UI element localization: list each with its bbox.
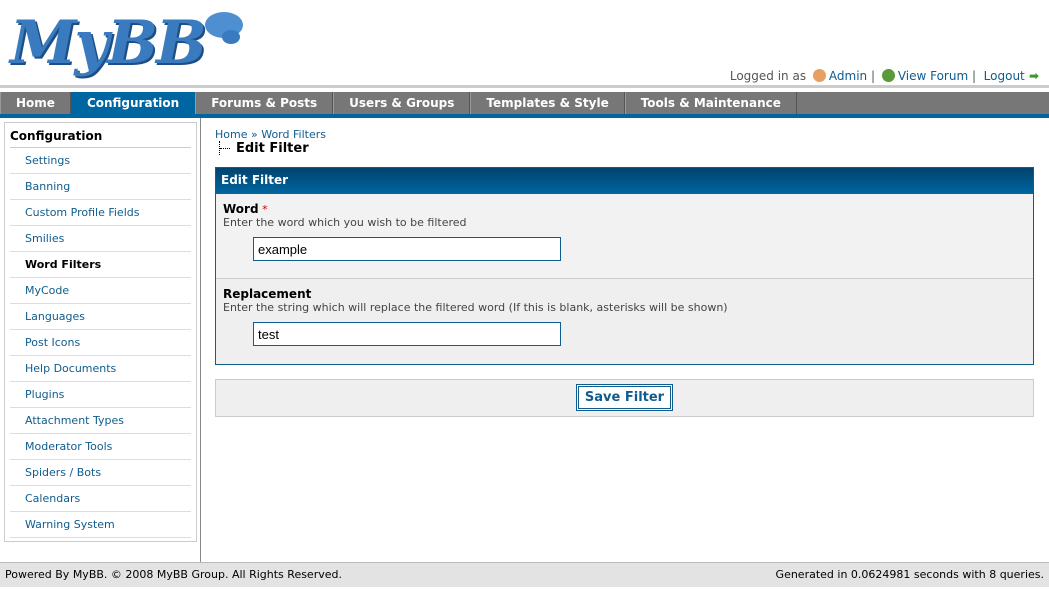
generation-stats: Generated in 0.0624981 seconds with 8 qu… [775,568,1044,581]
breadcrumb-home[interactable]: Home [215,128,247,141]
tab-forums-posts[interactable]: Forums & Posts [195,92,334,114]
logo-bubble-small-icon [222,30,240,44]
sidebar-item-moderator-tools[interactable]: Moderator Tools [10,434,191,460]
sidebar-item-spiders-bots[interactable]: Spiders / Bots [10,460,191,486]
sidebar-item-word-filters[interactable]: Word Filters [10,252,191,278]
main-nav: Home Configuration Forums & Posts Users … [0,92,1049,118]
logout-link[interactable]: Logout [984,69,1025,83]
sidebar-item-smilies[interactable]: Smilies [10,226,191,252]
edit-filter-form: Edit Filter Word * Enter the word which … [215,167,1034,365]
sidebar-menu: Configuration Settings Banning Custom Pr… [4,122,197,542]
user-bar: Logged in as Admin | View Forum | Logout… [729,69,1039,83]
page-title: Edit Filter [219,141,1034,156]
required-marker: * [262,203,268,216]
breadcrumb-word-filters[interactable]: Word Filters [261,128,326,141]
form-buttons: Save Filter [215,379,1034,417]
admin-link[interactable]: Admin [829,69,867,83]
view-forum-link[interactable]: View Forum [898,69,968,83]
tab-templates-style[interactable]: Templates & Style [470,92,625,114]
arrow-right-icon: ➡ [1024,69,1039,83]
user-icon [812,69,826,82]
header: MyBB Logged in as Admin | View Forum | L… [0,0,1049,88]
tab-home[interactable]: Home [0,92,71,114]
main-content: Home » Word Filters Edit Filter Edit Fil… [215,128,1034,417]
sidebar-item-banning[interactable]: Banning [10,174,191,200]
breadcrumb-separator: » [250,128,258,141]
sidebar-item-languages[interactable]: Languages [10,304,191,330]
replacement-row: Replacement Enter the string which will … [216,279,1033,364]
sidebar-item-attachment-types[interactable]: Attachment Types [10,408,191,434]
logged-in-label: Logged in as [729,69,807,83]
sidebar: Configuration Settings Banning Custom Pr… [0,118,201,562]
sidebar-item-plugins[interactable]: Plugins [10,382,191,408]
sidebar-item-custom-profile-fields[interactable]: Custom Profile Fields [10,200,191,226]
replacement-description: Enter the string which will replace the … [223,301,728,314]
word-label: Word [223,202,259,216]
sidebar-item-post-icons[interactable]: Post Icons [10,330,191,356]
footer: Powered By MyBB. © 2008 MyBB Group. All … [0,562,1049,587]
globe-icon [881,69,895,82]
word-input[interactable] [253,237,561,261]
sidebar-title: Configuration [10,127,191,148]
replacement-label: Replacement [223,287,312,301]
sidebar-item-calendars[interactable]: Calendars [10,486,191,512]
sidebar-item-mycode[interactable]: MyCode [10,278,191,304]
breadcrumb: Home » Word Filters [215,128,1034,141]
sidebar-item-warning-system[interactable]: Warning System [10,512,191,538]
word-row: Word * Enter the word which you wish to … [216,194,1033,279]
mybb-logo[interactable]: MyBB [10,8,207,78]
copyright: Powered By MyBB. © 2008 MyBB Group. All … [5,568,342,581]
tab-configuration[interactable]: Configuration [70,92,196,114]
tab-users-groups[interactable]: Users & Groups [333,92,471,114]
sidebar-item-help-documents[interactable]: Help Documents [10,356,191,382]
tab-tools-maintenance[interactable]: Tools & Maintenance [624,92,797,114]
word-description: Enter the word which you wish to be filt… [223,216,467,229]
save-filter-button[interactable]: Save Filter [575,384,674,411]
form-header: Edit Filter [216,168,1033,194]
replacement-input[interactable] [253,322,561,346]
sidebar-item-settings[interactable]: Settings [10,148,191,174]
